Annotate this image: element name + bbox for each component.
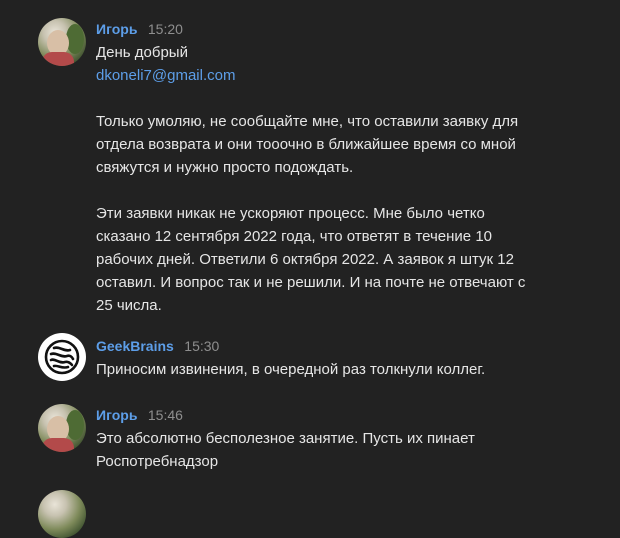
user-avatar[interactable] [38, 18, 86, 66]
message-text: Роспотребнадзор [96, 453, 219, 470]
avatar-photo-detail [42, 438, 74, 452]
message-text: оставил. И вопрос так и не решили. И на … [96, 274, 526, 291]
author-name[interactable]: GeekBrains [96, 338, 174, 354]
message-text: День добрый [96, 44, 188, 61]
message-text: 25 числа. [96, 297, 162, 314]
message-time: 15:46 [147, 407, 183, 423]
author-name[interactable]: Игорь [96, 21, 137, 37]
user-avatar[interactable] [38, 490, 86, 538]
message-text: Эти заявки никак не ускоряют процесс. Мн… [96, 205, 485, 222]
message-body: Это абсолютно бесполезное занятие. Пусть… [96, 427, 596, 473]
user-avatar[interactable] [38, 404, 86, 452]
message-text: свяжутся и нужно просто подождать. [96, 159, 354, 176]
message-time: 15:20 [147, 21, 183, 37]
company-avatar[interactable] [38, 333, 86, 381]
message-text: рабочих дней. Ответили 6 октября 2022. А… [96, 251, 514, 268]
message-text: Это абсолютно бесполезное занятие. Пусть… [96, 430, 475, 447]
message-text: отдела возврата и они тооочно в ближайше… [96, 136, 516, 153]
message-header: GeekBrains 15:30 [96, 338, 219, 356]
avatar-photo-detail [42, 52, 74, 66]
message-header: Игорь 15:46 [96, 407, 183, 425]
message-body: Приносим извинения, в очередной раз толк… [96, 358, 596, 381]
message-time: 15:30 [184, 338, 220, 354]
message-body: День добрый dkoneli7@gmail.com Только ум… [96, 41, 596, 317]
message-text: сказано 12 сентября 2022 года, что ответ… [96, 228, 493, 245]
author-name[interactable]: Игорь [96, 407, 137, 423]
message-text: Приносим извинения, в очередной раз толк… [96, 361, 486, 378]
message-text: Только умоляю, не сообщайте мне, что ост… [96, 113, 519, 130]
geekbrains-logo-icon [44, 339, 80, 375]
message-header: Игорь 15:20 [96, 21, 183, 39]
email-link[interactable]: dkoneli7@gmail.com [96, 67, 235, 84]
